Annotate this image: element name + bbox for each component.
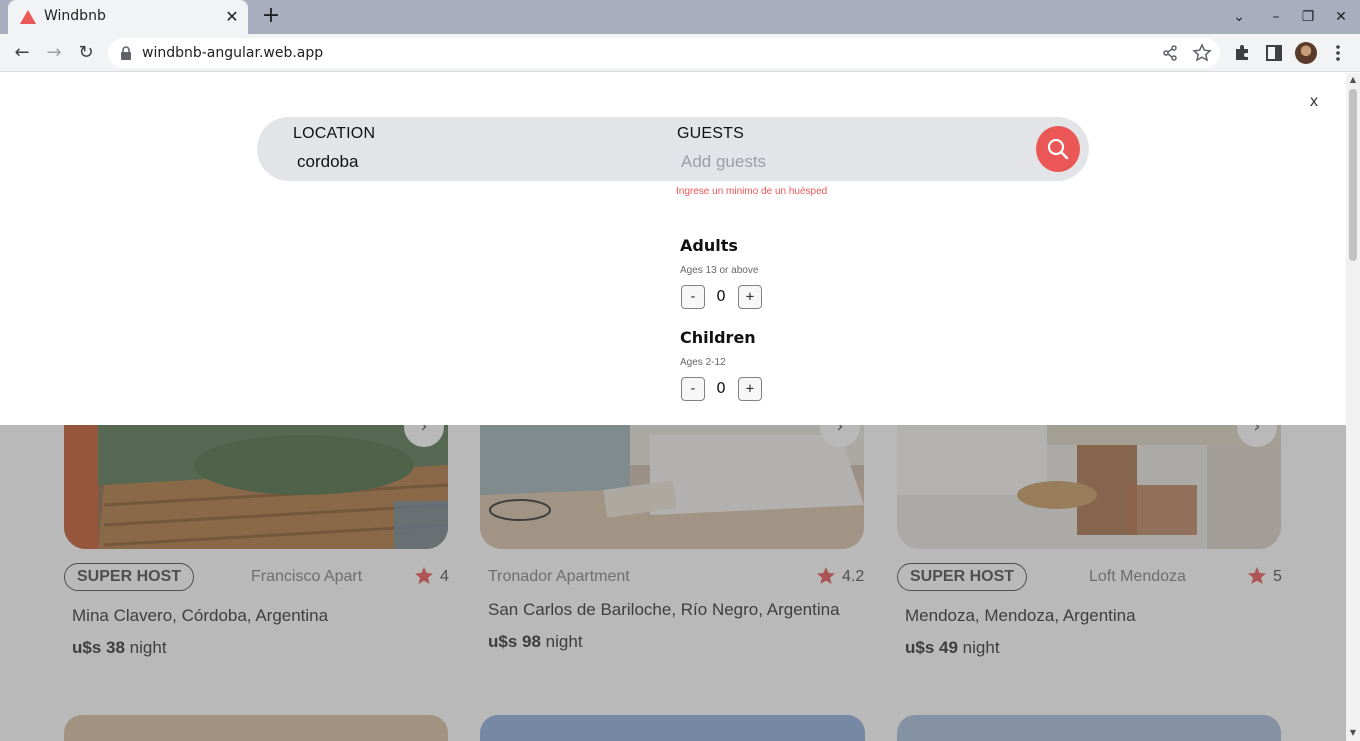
side-panel-icon[interactable] [1264, 43, 1284, 63]
price-unit: night [129, 638, 167, 657]
minimize-button[interactable]: – [1266, 7, 1286, 27]
tab-search-icon[interactable]: ⌄ [1229, 7, 1249, 27]
price-amount: u$s 38 [72, 638, 125, 657]
listing-rating: 5 [1273, 568, 1282, 585]
price-unit: night [962, 638, 1000, 657]
search-icon [1047, 138, 1069, 160]
listing-location: Mendoza, Mendoza, Argentina [905, 606, 1136, 625]
page-viewport: › SUPER HOST Francisco Apart 4 Mina Clav… [0, 73, 1346, 741]
listing-location: Mina Clavero, Córdoba, Argentina [72, 606, 329, 625]
star-icon [415, 567, 433, 584]
search-button[interactable] [1036, 126, 1080, 172]
listing-card[interactable]: › SUPER HOST Loft Mendoza 5 Mendoza, Men… [897, 407, 1282, 685]
listing-photo[interactable] [480, 715, 865, 741]
listing-price: u$s 49 night [905, 638, 1000, 658]
price-amount: u$s 49 [905, 638, 958, 657]
listing-photo[interactable] [897, 425, 1281, 549]
tab-close-icon[interactable]: ✕ [222, 7, 242, 27]
page-scrollbar[interactable]: ▲ ▼ [1346, 73, 1360, 741]
listing-type: Tronador Apartment [488, 568, 630, 585]
children-increment-button[interactable]: + [738, 377, 762, 401]
superhost-badge: SUPER HOST [897, 563, 1028, 591]
listing-photo[interactable] [897, 715, 1281, 741]
browser-tab-strip: Windbnb ✕ + ⌄ – ❐ ✕ [0, 0, 1360, 34]
listing-type: Francisco Apart [251, 568, 363, 585]
star-icon [817, 567, 835, 584]
guests-error-message: Ingrese un minimo de un huésped [676, 186, 828, 197]
profile-avatar[interactable] [1295, 42, 1317, 64]
back-button[interactable]: ← [10, 41, 34, 65]
new-tab-button[interactable]: + [260, 5, 282, 28]
forward-button[interactable]: → [42, 41, 66, 65]
lock-icon [121, 46, 131, 60]
listing-rating: 4.2 [842, 568, 865, 585]
scroll-thumb[interactable] [1349, 89, 1357, 261]
price-unit: night [545, 632, 583, 651]
kebab-menu-icon[interactable] [1328, 43, 1348, 63]
scroll-up-icon[interactable]: ▲ [1349, 76, 1357, 84]
children-title: Children [680, 328, 756, 347]
address-bar[interactable]: windbnb-angular.web.app [108, 38, 1220, 68]
adults-count: 0 [716, 287, 726, 305]
reload-button[interactable]: ↻ [74, 41, 98, 65]
listing-photo[interactable] [64, 425, 448, 549]
scroll-down-icon[interactable]: ▼ [1349, 729, 1357, 737]
bookmark-star-icon[interactable] [1192, 43, 1212, 63]
adults-increment-button[interactable]: + [738, 285, 762, 309]
adults-subtitle: Ages 13 or above [680, 265, 759, 276]
listing-photo[interactable] [64, 715, 448, 741]
listing-card[interactable]: › SUPER HOST Francisco Apart 4 Mina Clav… [64, 407, 449, 685]
share-icon[interactable] [1160, 43, 1180, 63]
search-bar: LOCATION cordoba GUESTS Add guests [257, 117, 1089, 181]
location-label: LOCATION [293, 125, 376, 142]
tab-title: Windbnb [44, 8, 106, 24]
browser-toolbar: ← → ↻ windbnb-angular.web.app [0, 34, 1360, 72]
listing-card[interactable]: › Tronador Apartment 4.2 San Carlos de B… [480, 407, 865, 685]
location-input[interactable]: cordoba [297, 152, 358, 172]
url-text[interactable]: windbnb-angular.web.app [142, 45, 323, 61]
listing-photo[interactable] [480, 425, 864, 549]
search-drawer: x LOCATION cordoba GUESTS Add guests Ing… [0, 73, 1346, 425]
listing-type: Loft Mendoza [1089, 568, 1186, 585]
adults-title: Adults [680, 236, 738, 255]
listing-location: San Carlos de Bariloche, Río Negro, Arge… [488, 600, 840, 619]
guests-input[interactable]: Add guests [681, 152, 766, 172]
star-icon [1248, 567, 1266, 584]
superhost-badge: SUPER HOST [64, 563, 195, 591]
price-amount: u$s 98 [488, 632, 541, 651]
guests-label: GUESTS [677, 125, 744, 142]
children-subtitle: Ages 2-12 [680, 357, 726, 368]
close-search-button[interactable]: x [1310, 93, 1324, 111]
listing-rating: 4 [440, 568, 449, 585]
children-decrement-button[interactable]: - [681, 377, 705, 401]
browser-tab[interactable]: Windbnb ✕ [8, 0, 248, 34]
window-close-button[interactable]: ✕ [1331, 7, 1351, 27]
listing-price: u$s 38 night [72, 638, 167, 658]
restore-button[interactable]: ❐ [1298, 7, 1318, 27]
listing-price: u$s 98 night [488, 632, 583, 652]
adults-decrement-button[interactable]: - [681, 285, 705, 309]
puzzle-icon[interactable] [1232, 43, 1252, 63]
airbnb-logo-icon [20, 10, 36, 24]
children-count: 0 [716, 379, 726, 397]
